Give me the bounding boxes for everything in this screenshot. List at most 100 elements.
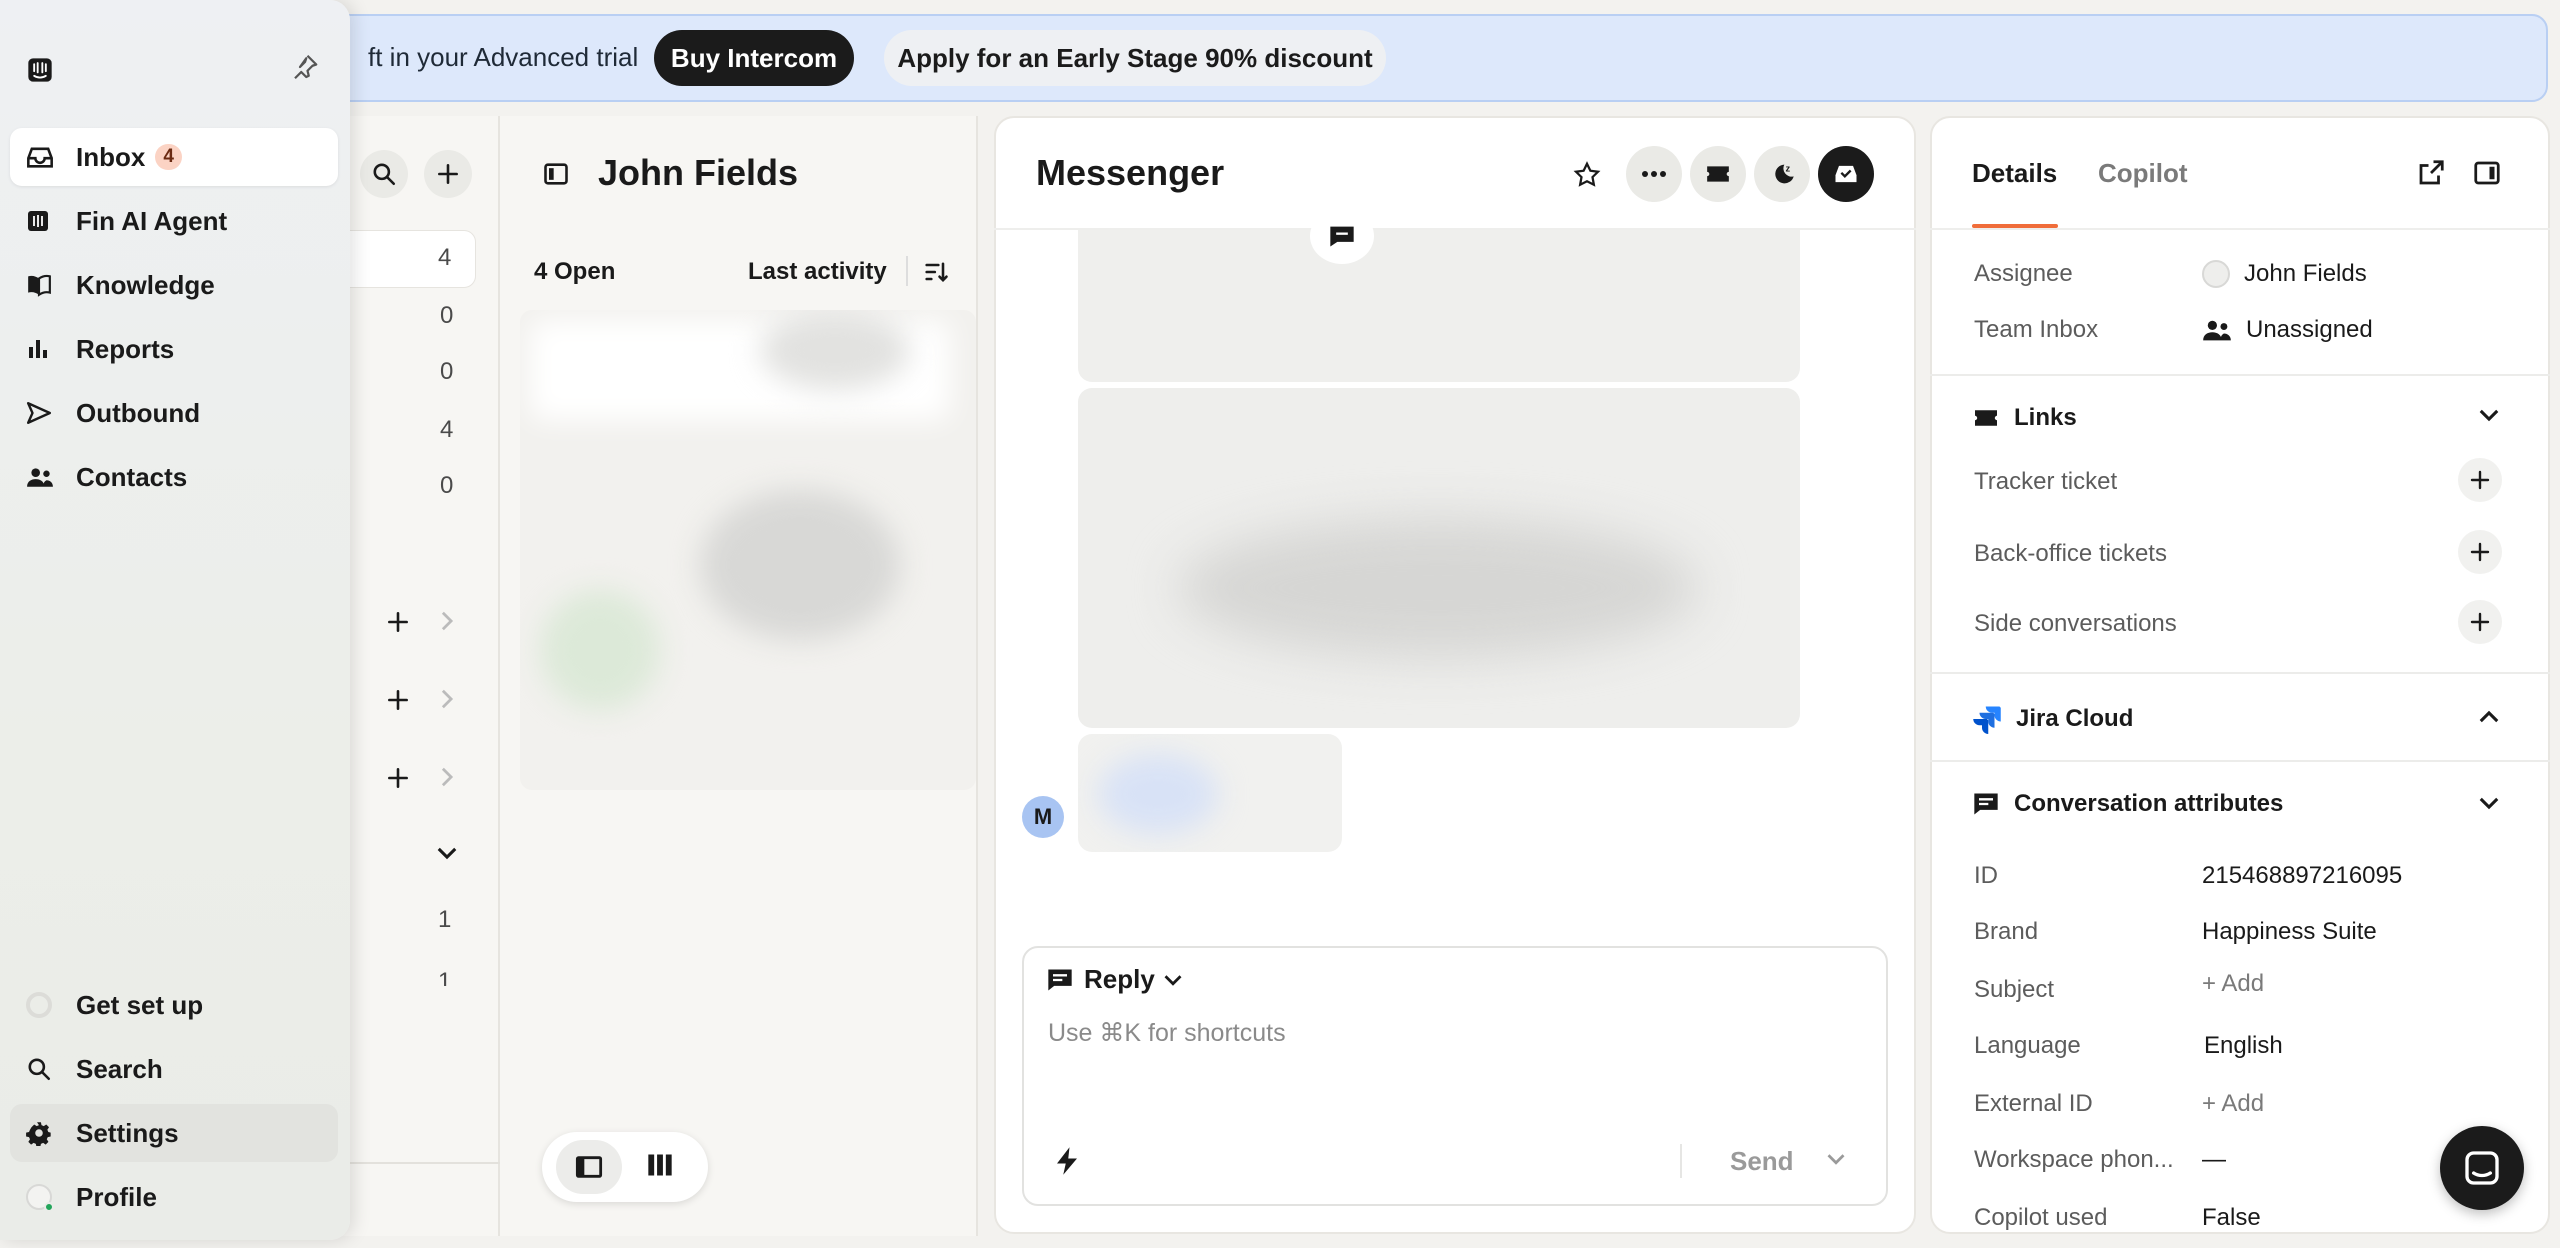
avatar-icon xyxy=(26,1182,60,1212)
attribute-label: Brand xyxy=(1974,918,2039,945)
search-inbox-button[interactable] xyxy=(360,150,408,198)
macros-button[interactable] xyxy=(1054,1146,1080,1176)
send-options-button[interactable] xyxy=(1826,1152,1846,1166)
pin-nav-button[interactable] xyxy=(290,52,320,82)
inbox-close-icon xyxy=(1835,165,1857,183)
divider xyxy=(906,256,908,286)
messenger-launcher-button[interactable] xyxy=(2440,1126,2524,1210)
nav-item-get-set-up[interactable]: Get set up xyxy=(10,976,338,1034)
team-icon xyxy=(2203,320,2231,341)
tracker-ticket-label: Tracker ticket xyxy=(1974,468,2118,495)
assignee-value: John Fields xyxy=(2244,260,2367,287)
links-section-header[interactable]: Links xyxy=(1972,404,2077,432)
sort-dropdown[interactable]: Last activity xyxy=(748,258,887,286)
ticket-icon xyxy=(1975,410,1997,426)
jira-section-header[interactable]: Jira Cloud xyxy=(1972,704,2133,734)
nav-item-label: Reports xyxy=(76,333,175,364)
search-icon xyxy=(26,1054,60,1084)
more-options-button[interactable] xyxy=(1626,146,1682,202)
convert-ticket-button[interactable] xyxy=(1690,146,1746,202)
nav-item-outbound[interactable]: Outbound xyxy=(10,384,338,442)
toggle-sidebar-button[interactable] xyxy=(542,160,570,188)
sort-icon xyxy=(925,262,948,282)
chevron-down-icon[interactable] xyxy=(2478,796,2500,810)
add-tracker-ticket-button[interactable] xyxy=(2458,458,2502,502)
tab-copilot[interactable]: Copilot xyxy=(2098,158,2188,189)
plus-icon xyxy=(2470,612,2490,632)
tab-details[interactable]: Details xyxy=(1972,158,2057,189)
nav-item-label: Outbound xyxy=(76,397,201,428)
attribute-value[interactable]: English xyxy=(2204,1032,2283,1060)
layout-columns-icon xyxy=(648,1154,672,1176)
conversation-list-title: John Fields xyxy=(598,152,799,193)
trial-banner-text: ft in your Advanced trial xyxy=(368,42,639,72)
inbox-count: 0 xyxy=(440,302,454,329)
add-view-button[interactable] xyxy=(378,602,418,642)
add-view-button[interactable] xyxy=(378,758,418,798)
team-inbox-value: Unassigned xyxy=(2246,316,2373,343)
nav-item-contacts[interactable]: Contacts xyxy=(10,448,338,506)
early-stage-discount-button[interactable]: Apply for an Early Stage 90% discount xyxy=(884,30,1386,86)
nav-item-fin-ai-agent[interactable]: Fin AI Agent xyxy=(10,192,338,250)
chevron-down-icon xyxy=(1164,974,1182,986)
reply-mode-label: Reply xyxy=(1084,964,1155,994)
nav-item-search[interactable]: Search xyxy=(10,1040,338,1098)
attribute-label: Workspace phon... xyxy=(1974,1146,2174,1173)
layout-columns-button[interactable] xyxy=(646,1152,674,1178)
nav-item-knowledge[interactable]: Knowledge xyxy=(10,256,338,314)
nav-item-settings[interactable]: Settings xyxy=(10,1104,338,1162)
reply-mode-dropdown[interactable]: Reply xyxy=(1046,964,1183,995)
nav-item-label: Search xyxy=(76,1053,163,1084)
snooze-button[interactable]: z xyxy=(1754,146,1810,202)
intercom-logo-icon[interactable] xyxy=(26,56,54,84)
nav-item-inbox[interactable]: Inbox 4 xyxy=(10,128,338,186)
add-external-id-button[interactable]: + Add xyxy=(2202,1090,2264,1118)
team-inbox-field[interactable]: Unassigned xyxy=(2202,316,2373,344)
close-conversation-button[interactable] xyxy=(1818,146,1874,202)
assignee-label: Assignee xyxy=(1974,260,2073,287)
new-conversation-button[interactable] xyxy=(424,150,472,198)
message-type-icon xyxy=(1310,208,1374,264)
open-external-button[interactable] xyxy=(2416,158,2446,188)
send-button[interactable]: Send xyxy=(1730,1146,1794,1177)
back-office-tickets-label: Back-office tickets xyxy=(1974,540,2167,567)
progress-icon xyxy=(26,990,60,1020)
ticket-icon xyxy=(1707,166,1729,182)
bar-chart-icon xyxy=(26,334,60,364)
conversation-card-blurred[interactable] xyxy=(520,310,976,790)
chevron-right-icon[interactable] xyxy=(440,610,454,632)
add-view-button[interactable] xyxy=(378,680,418,720)
add-back-office-ticket-button[interactable] xyxy=(2458,530,2502,574)
attributes-section-header[interactable]: Conversation attributes xyxy=(1972,790,2283,818)
add-subject-button[interactable]: + Add xyxy=(2202,970,2264,998)
buy-intercom-button[interactable]: Buy Intercom xyxy=(654,30,854,86)
chevron-down-icon[interactable] xyxy=(436,846,458,860)
sort-order-button[interactable] xyxy=(922,258,950,286)
star-button[interactable] xyxy=(1572,160,1602,190)
toggle-details-button[interactable] xyxy=(2472,158,2502,188)
divider xyxy=(1680,1144,1682,1178)
chevron-right-icon[interactable] xyxy=(440,766,454,788)
chat-bubble-icon xyxy=(1330,226,1354,247)
divider xyxy=(1930,228,2550,230)
inbox-icon xyxy=(26,142,60,172)
nav-item-reports[interactable]: Reports xyxy=(10,320,338,378)
plus-icon xyxy=(388,612,408,632)
composer-placeholder[interactable]: Use ⌘K for shortcuts xyxy=(1048,1018,1286,1048)
open-filter[interactable]: 4 Open xyxy=(534,258,615,286)
divider xyxy=(1930,760,2550,762)
chevron-right-icon[interactable] xyxy=(440,688,454,710)
layout-single-button[interactable] xyxy=(556,1140,622,1194)
attribute-value: False xyxy=(2202,1204,2261,1231)
attribute-value[interactable]: — xyxy=(2202,1146,2226,1174)
assignee-field[interactable]: John Fields xyxy=(2202,260,2367,288)
search-icon xyxy=(373,163,396,186)
plus-icon xyxy=(388,768,408,788)
add-side-conversation-button[interactable] xyxy=(2458,600,2502,644)
attribute-value[interactable]: Happiness Suite xyxy=(2202,918,2377,946)
inbox-list-item-selected[interactable] xyxy=(330,230,476,288)
chevron-up-icon[interactable] xyxy=(2478,710,2500,724)
chevron-down-icon[interactable] xyxy=(2478,408,2500,422)
nav-item-profile[interactable]: Profile xyxy=(10,1168,338,1226)
avatar-icon xyxy=(2202,260,2230,288)
